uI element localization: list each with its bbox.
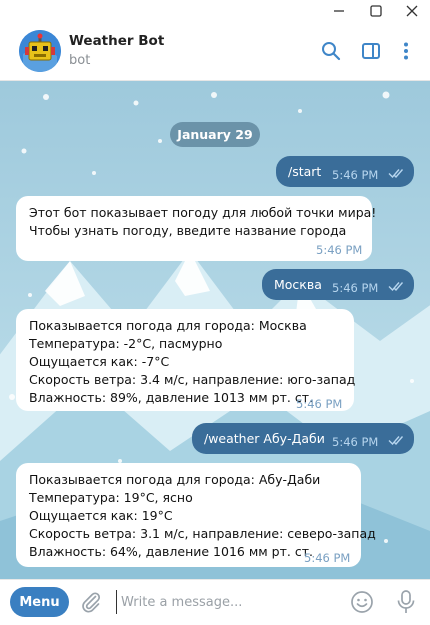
message-line: Скорость ветра: 3.1 м/с, направление: се… (29, 526, 376, 541)
message-time: 5:46 PM (304, 551, 351, 565)
emoji-button[interactable] (350, 590, 374, 614)
message-line: Показывается погода для города: Абу-Даби (29, 472, 321, 487)
message-incoming[interactable]: Показывается погода для города: Абу-Даби… (16, 463, 376, 567)
maximize-button[interactable] (360, 0, 392, 22)
double-check-icon (388, 282, 404, 291)
minimize-button[interactable] (323, 0, 355, 22)
chat-title[interactable]: Weather Bot (69, 33, 164, 49)
maximize-icon (370, 5, 382, 17)
emoji-icon (351, 591, 373, 613)
message-outgoing[interactable]: /start 5:46 PM (276, 156, 414, 187)
sidebar-toggle-button[interactable] (358, 38, 384, 64)
search-button[interactable] (318, 38, 344, 64)
chat-area[interactable]: January 29 /start 5:46 PM Этот бот показ… (0, 81, 430, 579)
avatar[interactable] (19, 30, 61, 72)
window-titlebar (0, 0, 430, 22)
message-line: Ощущается как: -7°C (29, 354, 170, 369)
message-time: 5:46 PM (316, 243, 363, 257)
message-composer: Menu (0, 579, 430, 625)
message-incoming[interactable]: Показывается погода для города: Москва Т… (16, 309, 356, 411)
message-time: 5:46 PM (332, 435, 379, 449)
voice-message-button[interactable] (394, 589, 418, 615)
close-window-button[interactable] (396, 0, 428, 22)
microphone-icon (397, 590, 415, 613)
message-line: Скорость ветра: 3.4 м/с, направление: юг… (29, 372, 356, 387)
message-time: 5:46 PM (332, 281, 379, 295)
double-check-icon (388, 169, 404, 178)
robot-avatar-icon (19, 30, 61, 72)
message-line: Температура: -2°C, пасмурно (29, 336, 223, 351)
message-line: Чтобы узнать погоду, введите название го… (29, 223, 347, 238)
date-separator: January 29 (170, 122, 260, 147)
sidebar-toggle-icon (362, 43, 380, 59)
search-icon (322, 42, 341, 61)
attach-button[interactable] (79, 590, 103, 614)
message-time: 5:46 PM (296, 397, 343, 411)
message-line: Ощущается как: 19°C (29, 508, 173, 523)
message-time: 5:46 PM (332, 168, 379, 182)
message-outgoing[interactable]: /weather Абу-Даби 5:46 PM (192, 423, 414, 454)
double-check-icon (388, 436, 404, 445)
chat-subtitle: bot (69, 53, 91, 68)
chat-header: Weather Bot bot (0, 22, 430, 81)
more-vertical-icon (404, 42, 408, 60)
message-text: Москва (274, 277, 322, 292)
message-text: /weather Абу-Даби (204, 431, 325, 446)
message-input[interactable] (116, 590, 341, 614)
message-line: Показывается погода для города: Москва (29, 318, 307, 333)
bot-menu-button[interactable]: Menu (10, 587, 69, 617)
message-line: Температура: 19°C, ясно (29, 490, 193, 505)
message-text: /start (288, 164, 322, 179)
more-options-button[interactable] (393, 38, 419, 64)
close-icon (406, 5, 418, 17)
paperclip-icon (82, 592, 101, 613)
minimize-icon (334, 10, 344, 12)
message-line: Этот бот показывает погоду для любой точ… (29, 205, 377, 220)
message-incoming[interactable]: Этот бот показывает погоду для любой точ… (16, 196, 376, 261)
message-outgoing[interactable]: Москва 5:46 PM (262, 269, 414, 300)
